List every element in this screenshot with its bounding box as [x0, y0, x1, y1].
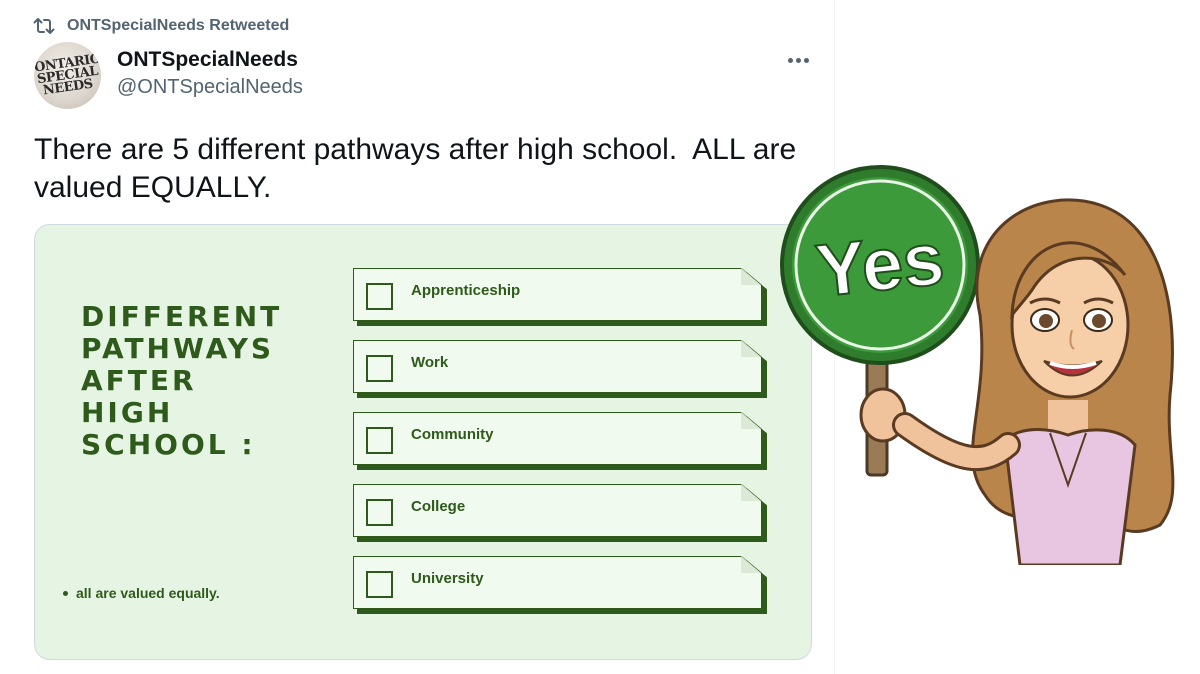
checkbox-icon [366, 427, 393, 454]
bitmoji-yes-sign-icon: Yes [780, 165, 1175, 565]
bullet-icon [63, 590, 68, 596]
checkbox-icon [366, 355, 393, 382]
more-options-button[interactable] [778, 46, 818, 74]
tweet-text: There are 5 different pathways after hig… [34, 133, 805, 204]
pathway-label: Apprenticeship [411, 282, 521, 299]
checkbox-icon [366, 283, 393, 310]
pathway-item: Apprenticeship [353, 268, 767, 326]
pathway-label: Community [411, 426, 494, 443]
tweet-card[interactable]: ONTSpecialNeeds Retweeted ONTARIO SPECIA… [0, 0, 835, 674]
more-horizontal-icon [787, 57, 793, 63]
author-display-name[interactable]: ONTSpecialNeeds [117, 48, 298, 72]
more-horizontal-icon [803, 57, 809, 63]
pathway-label: University [411, 570, 484, 587]
more-horizontal-icon [795, 57, 801, 63]
media-heading: DIFFERENT PATHWAYS AFTER HIGH SCHOOL : [81, 301, 282, 461]
media-heading-line: SCHOOL : [81, 428, 256, 461]
pathway-item: Community [353, 412, 767, 470]
pathway-label: College [411, 498, 466, 515]
media-footnote-text: all are valued equally. [76, 585, 220, 601]
pathway-label: Work [411, 354, 449, 371]
media-heading-line: HIGH [81, 396, 174, 429]
checkbox-icon [366, 571, 393, 598]
retweet-icon [33, 18, 55, 34]
retweet-banner: ONTSpecialNeeds Retweeted [33, 14, 289, 38]
tweet-media-image[interactable]: DIFFERENT PATHWAYS AFTER HIGH SCHOOL : A… [34, 224, 812, 660]
media-heading-line: AFTER [81, 364, 197, 397]
pathway-item: Work [353, 340, 767, 398]
avatar[interactable]: ONTARIO SPECIAL NEEDS [34, 42, 101, 109]
retweet-banner-text[interactable]: ONTSpecialNeeds Retweeted [67, 17, 289, 35]
checkbox-icon [366, 499, 393, 526]
media-heading-line: PATHWAYS [81, 332, 275, 365]
media-footnote: all are valued equally. [63, 585, 220, 601]
pathway-item: College [353, 484, 767, 542]
media-heading-line: DIFFERENT [81, 300, 283, 333]
sign-text: Yes [812, 217, 948, 313]
pathway-item: University [353, 556, 767, 614]
author-handle[interactable]: @ONTSpecialNeeds [117, 76, 303, 99]
